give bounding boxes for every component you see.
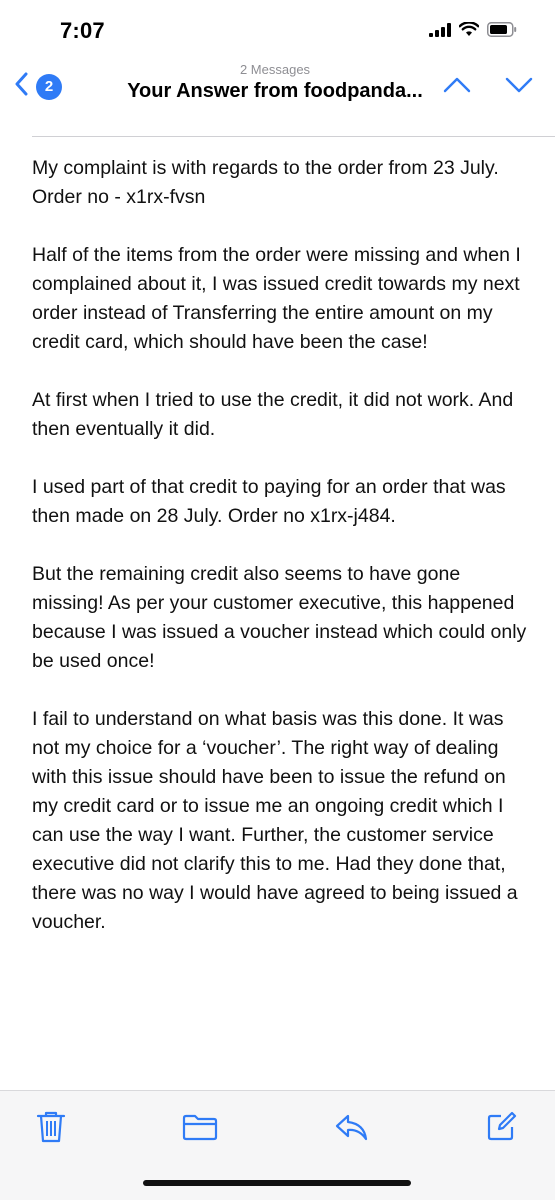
email-paragraph: But the remaining credit also seems to h… — [32, 563, 527, 672]
mail-screen: 7:07 2 2 Messages Your Answer from foodp… — [0, 0, 555, 1200]
chevron-up-icon[interactable] — [443, 76, 471, 99]
back-button[interactable]: 2 — [14, 72, 62, 101]
cellular-signal-icon — [429, 22, 451, 42]
message-count-label: 2 Messages — [239, 62, 311, 77]
trash-icon — [36, 1110, 66, 1149]
reply-button[interactable] — [334, 1111, 370, 1147]
home-indicator[interactable] — [143, 1180, 411, 1186]
message-navigation — [443, 76, 533, 99]
move-folder-button[interactable] — [182, 1111, 218, 1147]
reply-icon — [335, 1113, 369, 1146]
status-time: 7:07 — [60, 18, 105, 43]
email-paragraph: Half of the items from the order were mi… — [32, 244, 521, 353]
status-bar: 7:07 — [0, 0, 555, 60]
email-body: My complaint is with regards to the orde… — [32, 154, 532, 966]
email-paragraph: My complaint is with regards to the orde… — [32, 157, 499, 208]
compose-button[interactable] — [483, 1111, 519, 1147]
chevron-left-icon — [14, 72, 28, 101]
trash-button[interactable] — [33, 1111, 69, 1147]
status-icons — [429, 21, 517, 42]
thread-header: 2 Messages Your Answer from foodpanda... — [110, 62, 440, 104]
message-count-badge: 2 — [36, 73, 62, 100]
wifi-icon — [458, 21, 480, 42]
email-paragraph: I used part of that credit to paying for… — [32, 476, 506, 527]
nav-bar: 2 2 Messages Your Answer from foodpanda.… — [0, 60, 555, 120]
folder-icon — [182, 1113, 218, 1146]
email-paragraph: At first when I tried to use the credit,… — [32, 389, 514, 440]
header-divider — [32, 136, 555, 137]
battery-icon — [487, 22, 517, 42]
compose-icon — [485, 1111, 517, 1148]
email-paragraph: I fail to understand on what basis was t… — [32, 708, 518, 933]
thread-subject: Your Answer from foodpanda... — [127, 80, 423, 102]
chevron-down-icon[interactable] — [505, 76, 533, 99]
